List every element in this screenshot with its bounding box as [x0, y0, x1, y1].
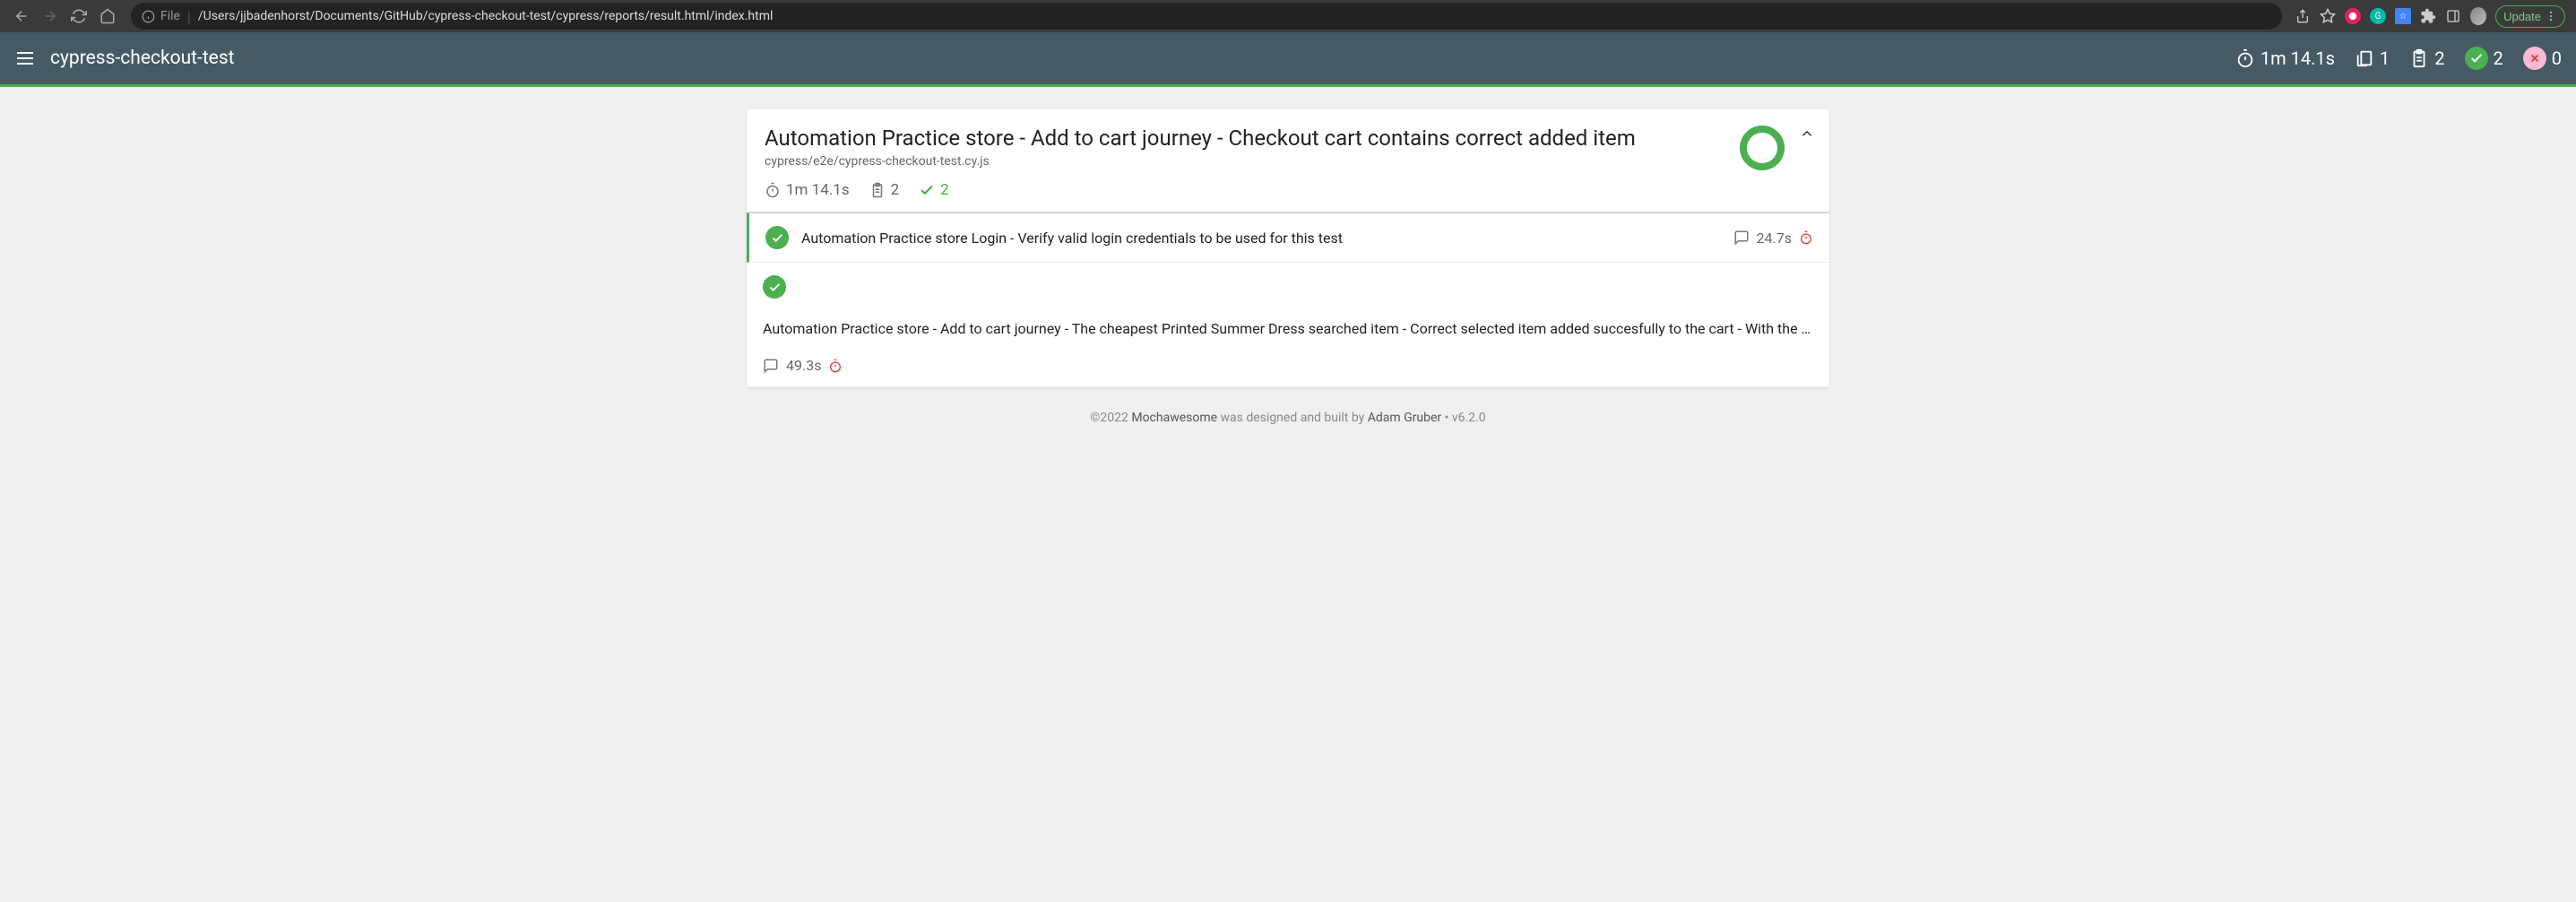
header-tests[interactable]: 2	[2409, 48, 2444, 69]
share-icon[interactable]	[2295, 8, 2311, 24]
pass-badge-icon	[2465, 47, 2488, 70]
reload-button[interactable]	[68, 5, 90, 27]
header-passed[interactable]: 2	[2465, 47, 2503, 70]
browser-toolbar: File | /Users/jjbadenhorst/Documents/Git…	[0, 0, 2576, 32]
comment-icon	[1733, 230, 1750, 246]
addr-divider: |	[187, 8, 191, 25]
suites-icon	[2355, 48, 2374, 68]
header-failed[interactable]: 0	[2523, 47, 2562, 70]
suite-duration: 1m 14.1s	[765, 181, 850, 199]
forward-button[interactable]	[39, 5, 61, 27]
comment-icon	[763, 358, 779, 374]
timer-icon	[765, 182, 781, 198]
fail-badge-icon	[2523, 47, 2546, 70]
suite-file-path: cypress/e2e/cypress-checkout-test.cy.js	[765, 154, 1811, 169]
check-icon	[919, 182, 935, 198]
pass-badge-icon	[763, 275, 786, 299]
site-info-icon[interactable]: File	[142, 9, 180, 23]
timer-icon	[1799, 230, 1813, 245]
app-header: cypress-checkout-test 1m 14.1s 1 2 2 0	[0, 32, 2576, 84]
file-scheme-label: File	[160, 9, 180, 23]
test-row[interactable]: Automation Practice store - Add to cart …	[747, 263, 1829, 387]
collapse-caret-icon[interactable]	[1799, 126, 1815, 142]
address-bar[interactable]: File | /Users/jjbadenhorst/Documents/Git…	[131, 3, 2282, 30]
timer-icon	[828, 359, 843, 373]
app-title: cypress-checkout-test	[50, 48, 2235, 69]
footer-author: Adam Gruber	[1368, 411, 1441, 425]
timer-icon	[2235, 48, 2255, 68]
clipboard-icon	[2409, 48, 2429, 68]
back-button[interactable]	[11, 5, 32, 27]
clipboard-icon	[869, 182, 886, 198]
extensions-puzzle-icon[interactable]	[2420, 8, 2436, 24]
test-row[interactable]: Automation Practice store Login - Verify…	[747, 212, 1829, 263]
bookmark-star-icon[interactable]	[2320, 8, 2336, 24]
suite-tests: 2	[869, 181, 900, 199]
suite-card: Automation Practice store - Add to cart …	[747, 109, 1829, 387]
extension-icon-1[interactable]	[2345, 8, 2361, 24]
url-path: /Users/jjbadenhorst/Documents/GitHub/cyp…	[198, 9, 774, 23]
test-title: Automation Practice store - Add to cart …	[763, 320, 1813, 337]
translate-icon[interactable]: ☆	[2395, 8, 2411, 24]
suite-chart-icon	[1740, 126, 1785, 170]
test-duration: 24.7s	[1757, 230, 1792, 247]
profile-avatar[interactable]	[2470, 8, 2486, 24]
update-button[interactable]: Update	[2495, 5, 2565, 28]
suite-header[interactable]: Automation Practice store - Add to cart …	[747, 109, 1829, 212]
footer: ©2022 Mochawesome was designed and built…	[747, 387, 1829, 448]
menu-button[interactable]	[14, 48, 36, 69]
panel-icon[interactable]	[2445, 8, 2461, 24]
header-suites[interactable]: 1	[2355, 48, 2390, 69]
suite-passed: 2	[919, 181, 949, 199]
footer-product: Mochawesome	[1131, 411, 1217, 425]
header-duration: 1m 14.1s	[2235, 48, 2335, 69]
test-title: Automation Practice store Login - Verify…	[801, 230, 1721, 247]
pass-badge-icon	[765, 226, 789, 249]
extension-icon-2[interactable]: G	[2370, 8, 2386, 24]
home-button[interactable]	[97, 5, 118, 27]
suite-title: Automation Practice store - Add to cart …	[765, 126, 1811, 151]
test-duration: 49.3s	[786, 357, 821, 374]
